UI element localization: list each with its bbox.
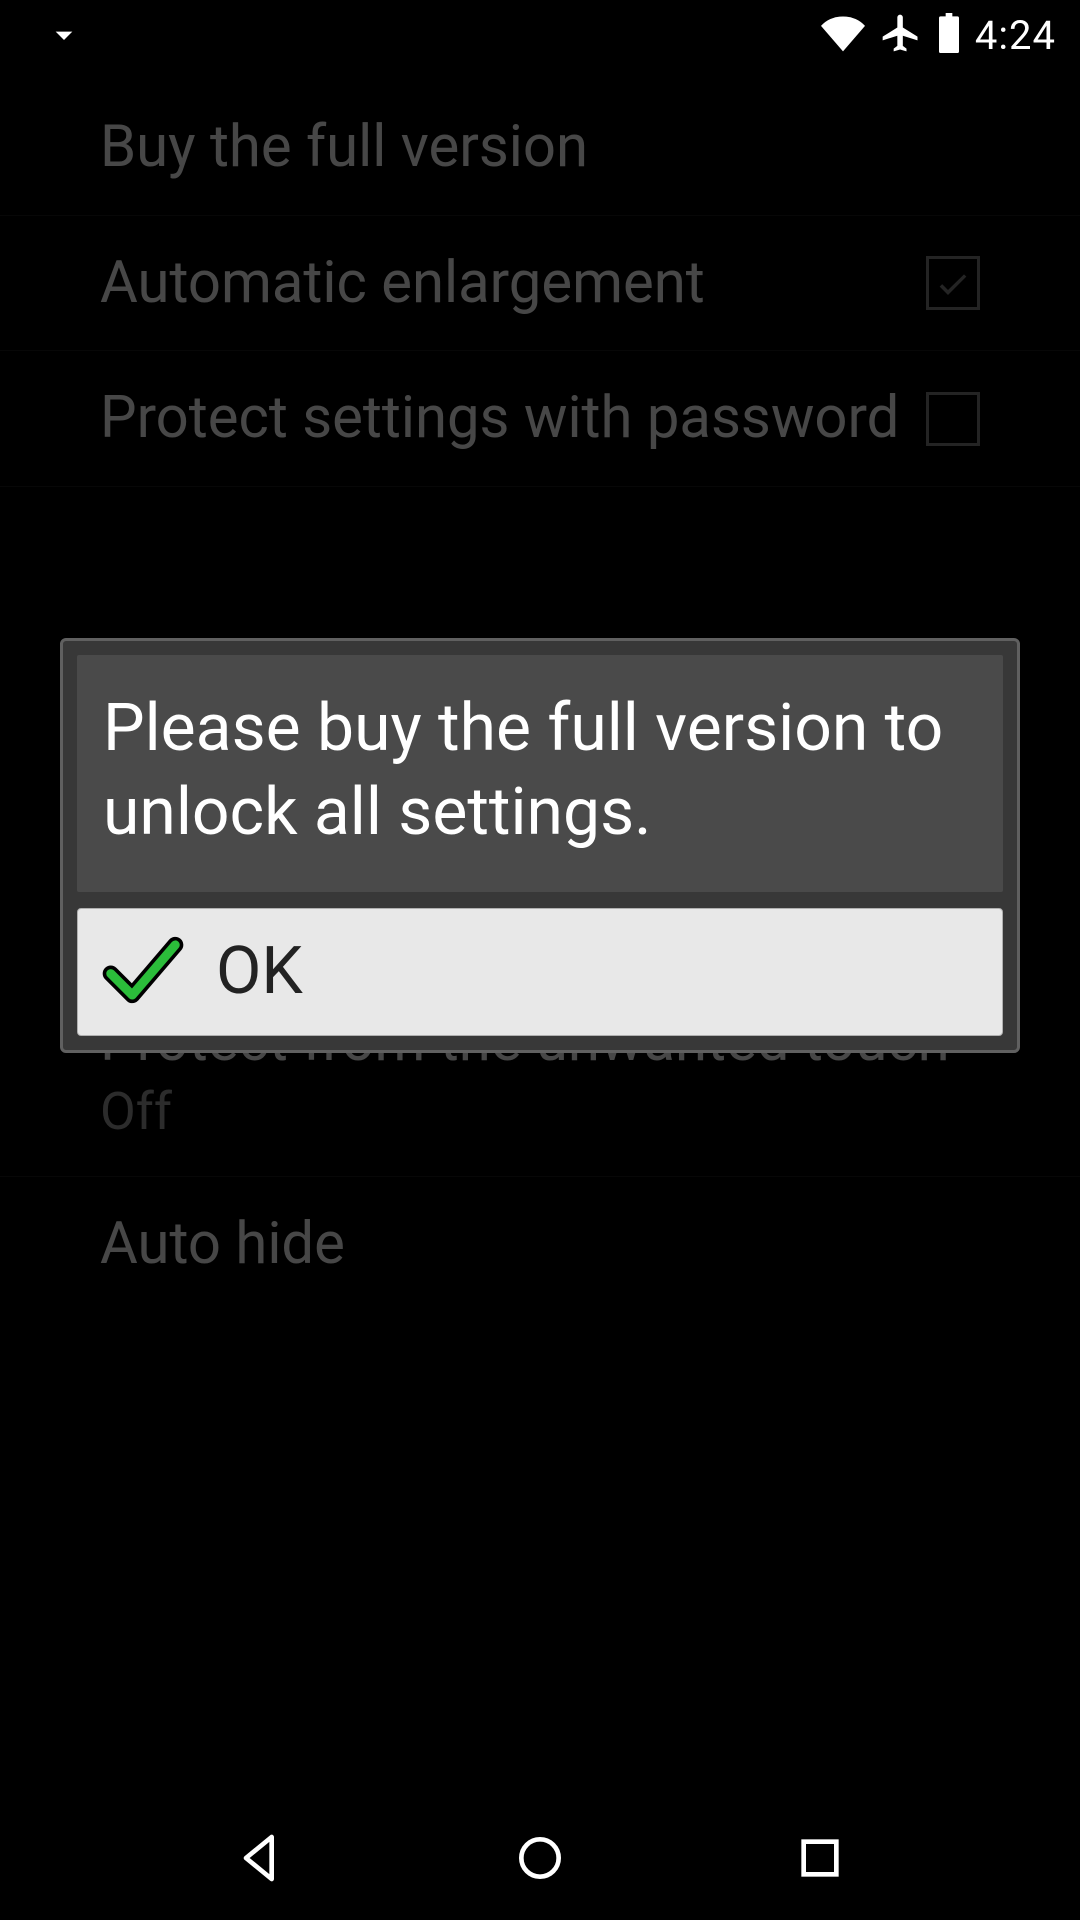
home-button[interactable]	[512, 1830, 568, 1890]
airplane-icon	[879, 11, 923, 59]
wifi-icon	[821, 11, 865, 59]
ok-label: OK	[216, 933, 303, 1010]
navigation-bar	[0, 1800, 1080, 1920]
ok-button[interactable]: OK	[77, 908, 1003, 1036]
status-time: 4:24	[975, 12, 1056, 59]
chevron-down-icon	[44, 15, 84, 55]
battery-icon	[937, 13, 961, 57]
recent-button[interactable]	[792, 1830, 848, 1890]
dialog-message: Please buy the full version to unlock al…	[77, 655, 1003, 892]
check-icon	[100, 927, 186, 1017]
back-button[interactable]	[232, 1830, 288, 1890]
status-bar: 4:24	[0, 0, 1080, 70]
dialog-buy-full: Please buy the full version to unlock al…	[60, 638, 1020, 1053]
